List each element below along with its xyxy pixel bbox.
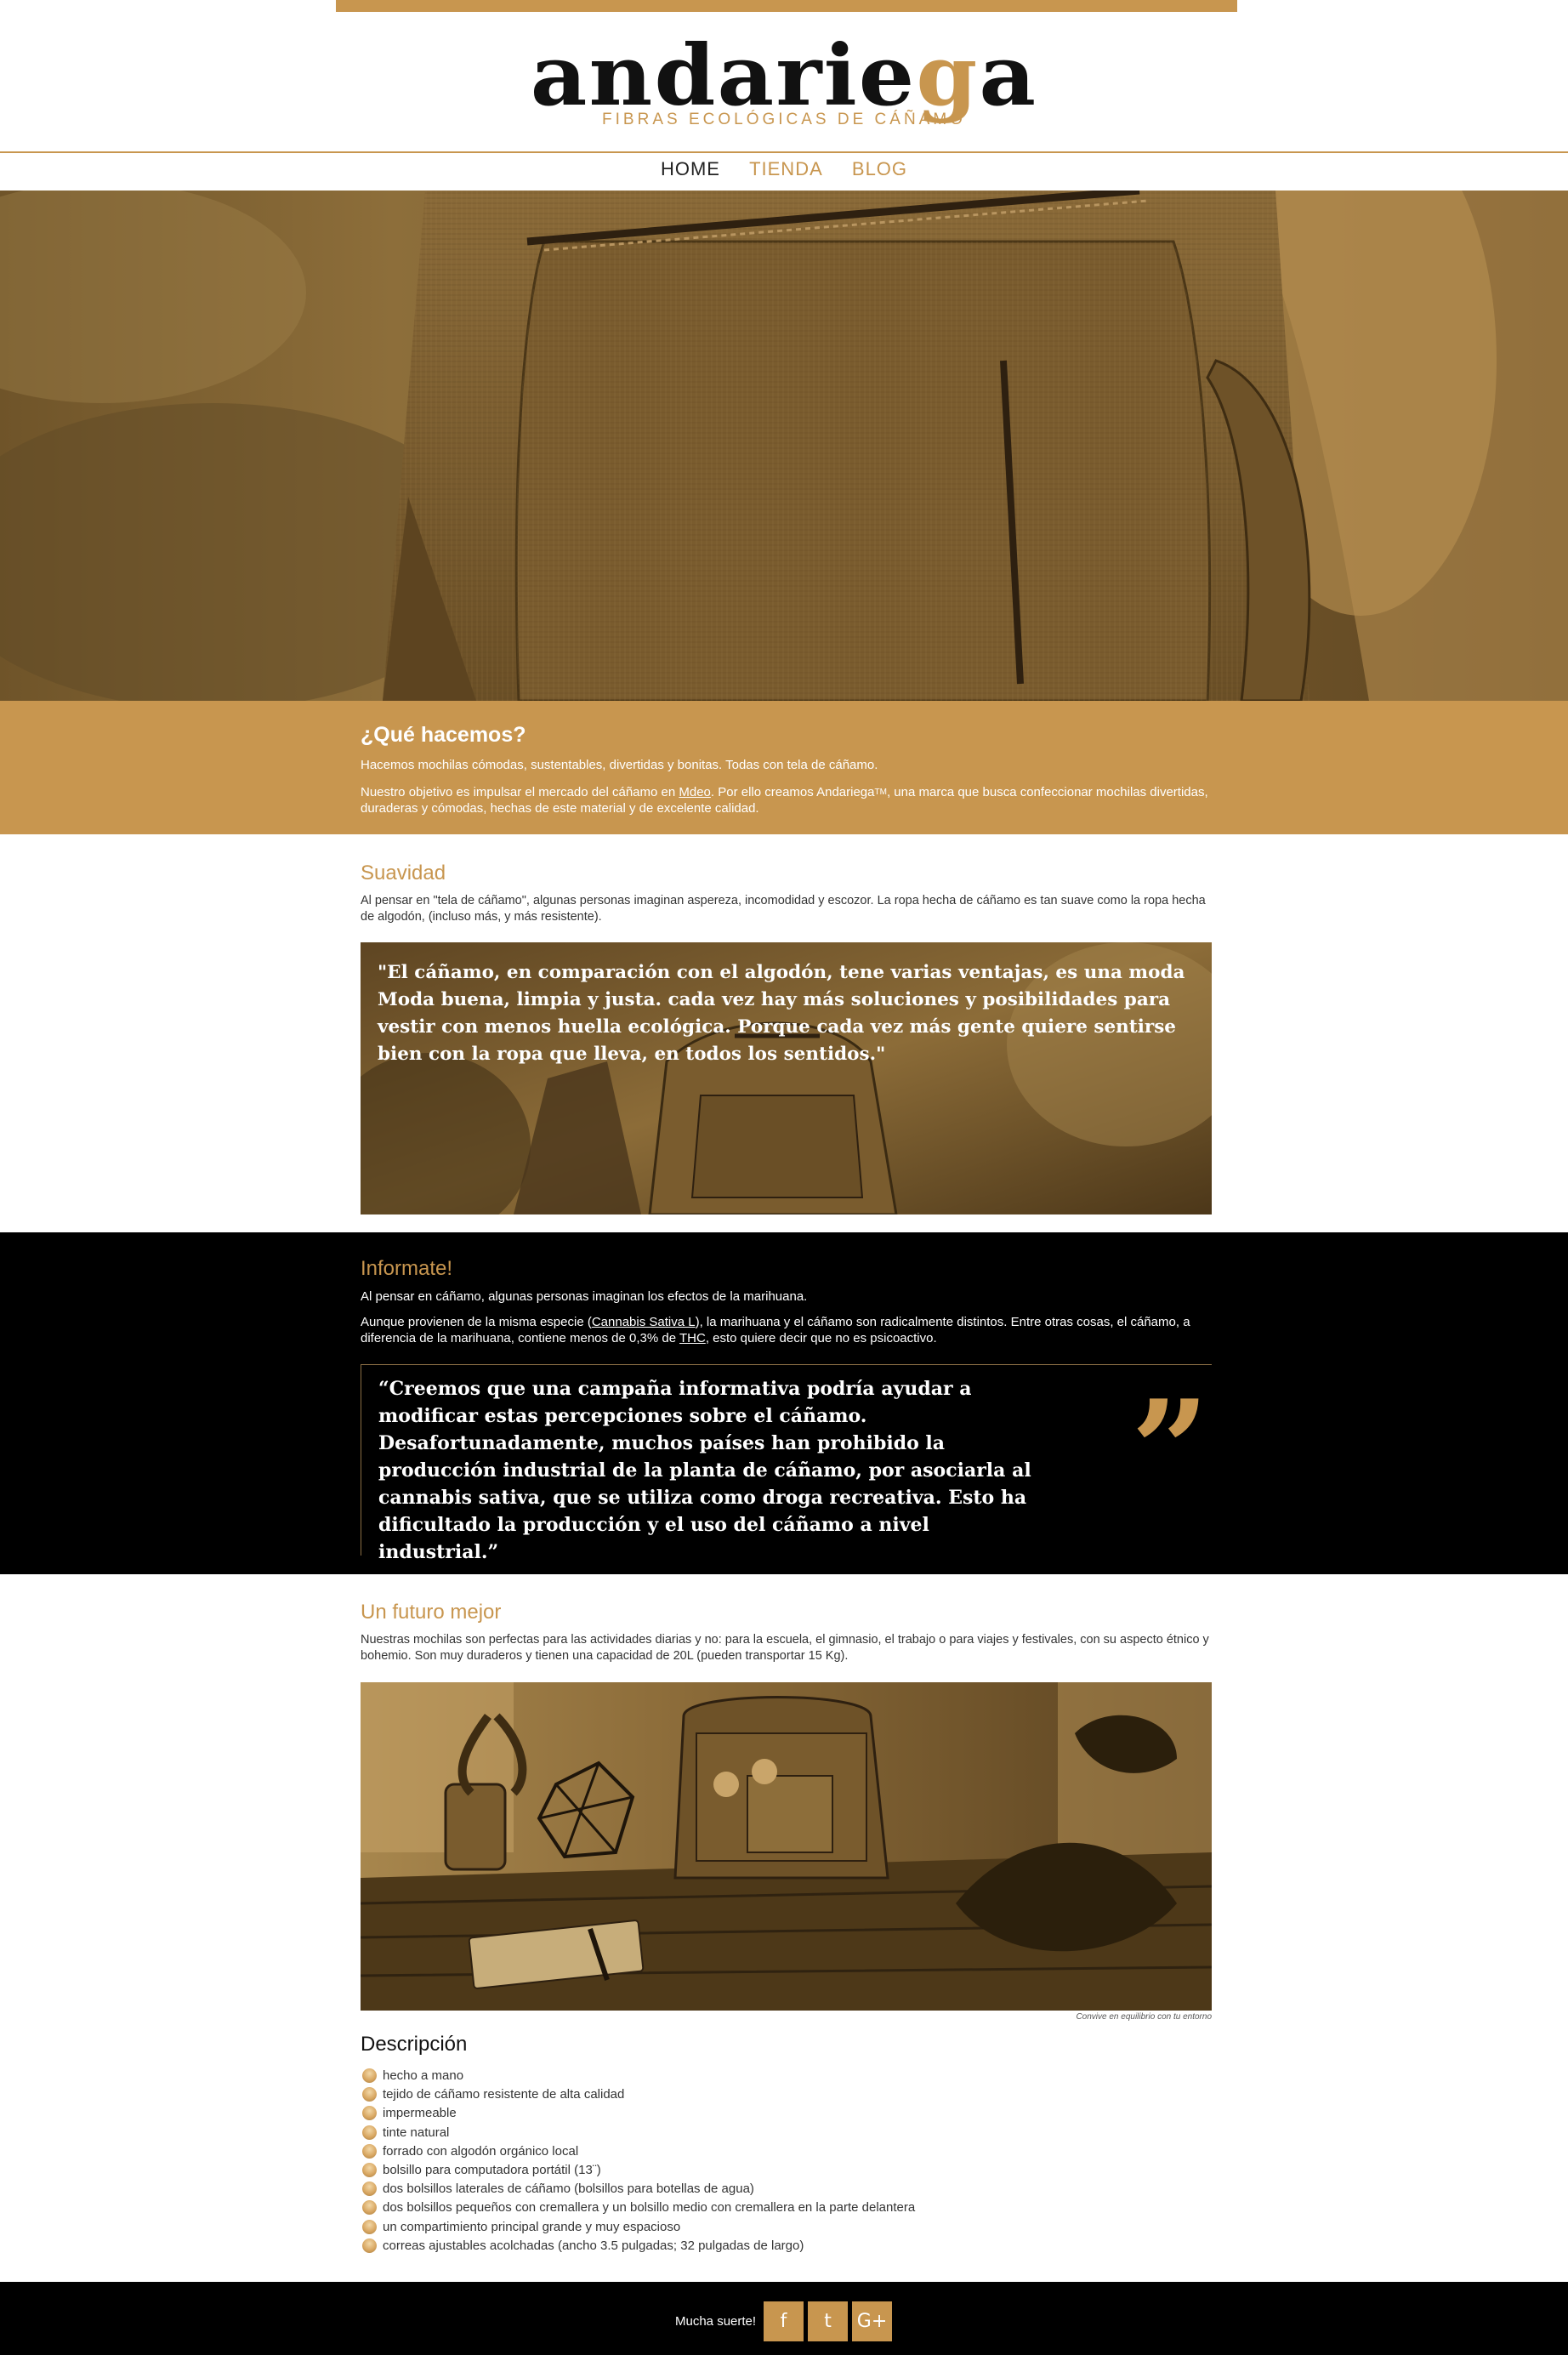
nav-divider — [0, 151, 1568, 153]
mdeo-link[interactable]: Mdeo — [679, 785, 711, 799]
futuro-paragraph: Nuestras mochilas son perfectas para las… — [361, 1633, 1209, 1663]
list-item: tejido de cáñamo resistente de alta cali… — [361, 2085, 915, 2104]
features-list: hecho a mano tejido de cáñamo resistente… — [361, 2067, 915, 2255]
hemp-bullet-icon — [362, 2143, 377, 2159]
descripcion-title: Descripción — [361, 2033, 468, 2056]
image-caption: Convive en equilibrio con tu entorno — [1076, 2012, 1212, 2022]
desk-backpack-image — [361, 1682, 1212, 2011]
blockquote-top-border — [361, 1364, 1212, 1365]
que-hacemos-title: ¿Qué hacemos? — [361, 723, 526, 747]
brand-logo[interactable]: andariega FIBRAS ECOLÓGICAS DE CÁÑAMO — [0, 34, 1568, 129]
footer: Mucha suerte! f t G+ — [0, 2282, 1568, 2355]
list-item: tinte natural — [361, 2124, 915, 2142]
twitter-icon[interactable]: t — [808, 2301, 849, 2341]
hemp-bullet-icon — [362, 2219, 377, 2234]
nav-home[interactable]: HOME — [661, 158, 720, 179]
quote-mark-icon: ” — [1131, 1370, 1210, 1530]
informate-paragraph-1: Al pensar en cáñamo, algunas personas im… — [361, 1289, 808, 1304]
cannabis-sativa-link[interactable]: Cannabis Sativa L — [592, 1315, 696, 1329]
main-nav: HOME TIENDA BLOG — [0, 158, 1568, 180]
list-item: bolsillo para computadora portátil (13¨) — [361, 2161, 915, 2180]
futuro-title: Un futuro mejor — [361, 1601, 502, 1624]
hemp-bullet-icon — [362, 2182, 377, 2197]
suavidad-quote: "El cáñamo, en comparación con el algodó… — [378, 962, 1185, 1065]
hemp-bullet-icon — [362, 2238, 377, 2253]
hemp-bullet-icon — [362, 2200, 377, 2216]
hemp-bullet-icon — [362, 2087, 377, 2102]
google-plus-icon[interactable]: G+ — [852, 2301, 893, 2341]
thc-link[interactable]: THC — [679, 1331, 706, 1345]
logo-accent-letter: g — [916, 27, 980, 125]
footer-text: Mucha suerte! — [675, 2313, 757, 2329]
list-item: forrado con algodón orgánico local — [361, 2142, 915, 2161]
list-item: un compartimiento principal grande y muy… — [361, 2218, 915, 2237]
top-accent-bar — [336, 0, 1237, 12]
trademark-mark: TM — [874, 788, 887, 797]
hero-image-backpack — [0, 191, 1568, 701]
hemp-bullet-icon — [362, 2162, 377, 2177]
logo-wordmark: andariega — [530, 27, 1038, 125]
list-item: impermeable — [361, 2104, 915, 2123]
hemp-bullet-icon — [362, 2068, 377, 2083]
informate-paragraph-2: Aunque provienen de la misma especie (Ca… — [361, 1315, 1190, 1345]
informate-title: Informate! — [361, 1257, 453, 1280]
nav-tienda[interactable]: TIENDA — [749, 158, 823, 179]
suavidad-title: Suavidad — [361, 862, 446, 885]
que-hacemos-paragraph-1: Hacemos mochilas cómodas, sustentables, … — [361, 758, 878, 772]
nav-blog[interactable]: BLOG — [852, 158, 907, 179]
list-item: dos bolsillos laterales de cáñamo (bolsi… — [361, 2180, 915, 2199]
footer-social: Mucha suerte! f t G+ — [675, 2300, 893, 2342]
facebook-icon[interactable]: f — [764, 2301, 804, 2341]
list-item: dos bolsillos pequeños con cremallera y … — [361, 2199, 915, 2217]
hemp-bullet-icon — [362, 2106, 377, 2121]
list-item: hecho a mano — [361, 2067, 915, 2085]
que-hacemos-paragraph-2: Nuestro objetivo es impulsar el mercado … — [361, 785, 1208, 816]
suavidad-paragraph: Al pensar en "tela de cáñamo", algunas p… — [361, 894, 1206, 924]
hemp-bullet-icon — [362, 2125, 377, 2140]
informate-blockquote: “Creemos que una campaña informativa pod… — [378, 1378, 1031, 1563]
list-item: correas ajustables acolchadas (ancho 3.5… — [361, 2237, 915, 2255]
